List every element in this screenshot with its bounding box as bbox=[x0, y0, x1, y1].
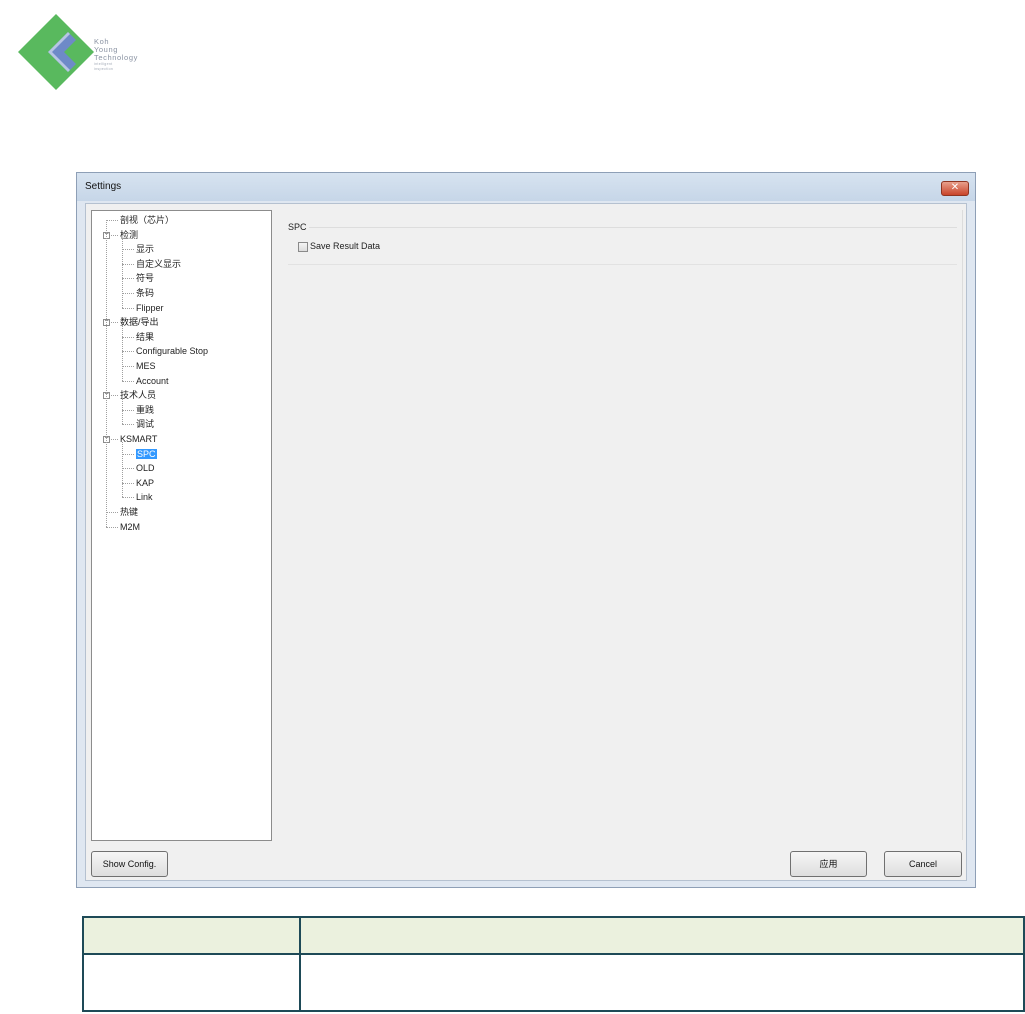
tree-connector bbox=[122, 482, 134, 484]
tree-item[interactable]: 调试 bbox=[136, 417, 154, 431]
tree-connector bbox=[122, 307, 134, 309]
tree-item-label: SPC bbox=[136, 448, 157, 459]
close-button[interactable]: ✕ bbox=[941, 181, 969, 196]
table-row bbox=[82, 953, 1025, 1012]
save-result-data-label[interactable]: Save Result Data bbox=[310, 241, 380, 251]
close-icon: ✕ bbox=[950, 182, 960, 193]
logo-wordmark: Koh Young Technology intelligent inspect… bbox=[94, 38, 138, 72]
group-divider bbox=[309, 227, 957, 228]
settings-tree[interactable]: 剖视（芯片） 检测 − 显示 自定义显示 符号 条码 Flipper 数据/导出 − 结果 Confi… bbox=[91, 210, 272, 841]
tree-connector bbox=[122, 453, 134, 455]
table-header-row bbox=[82, 916, 1025, 955]
tree-item-label: 重践 bbox=[136, 404, 155, 415]
tree-item-label: 结果 bbox=[136, 331, 155, 342]
tree-item[interactable]: KSMART bbox=[120, 432, 157, 446]
table-cell bbox=[299, 953, 1025, 1012]
company-logo: Koh Young Technology intelligent inspect… bbox=[18, 14, 188, 94]
tree-item-label: 热键 bbox=[120, 507, 139, 517]
tree-item[interactable]: 数据/导出 bbox=[120, 315, 159, 329]
tree-item[interactable]: OLD bbox=[136, 461, 155, 475]
tree-item[interactable]: 条码 bbox=[136, 286, 154, 300]
tree-connector bbox=[122, 336, 134, 338]
tree-item-label: KAP bbox=[136, 477, 155, 488]
tree-connector bbox=[122, 278, 134, 280]
settings-window: Settings ✕ 剖视（芯片） 检测 − 显示 自定义显示 符号 条码 Flipper 数据… bbox=[76, 172, 976, 888]
tree-root-line bbox=[106, 220, 107, 527]
panel-border bbox=[962, 210, 963, 840]
tree-item[interactable]: 符号 bbox=[136, 271, 154, 285]
tree-item-label: KSMART bbox=[120, 434, 158, 444]
koh-young-logo-icon bbox=[18, 14, 94, 90]
tree-item-label: 剖视（芯片） bbox=[120, 215, 175, 225]
tree-connector bbox=[122, 263, 134, 265]
settings-panel: SPC Save Result Data bbox=[277, 210, 963, 840]
tree-connector bbox=[106, 526, 118, 528]
table-header-cell bbox=[299, 916, 1025, 955]
tree-item-label: Configurable Stop bbox=[136, 346, 209, 357]
tree-connector bbox=[106, 220, 118, 221]
tree-connector bbox=[106, 512, 118, 513]
tree-item-label: Account bbox=[136, 375, 169, 386]
tree-branch-line bbox=[122, 237, 123, 308]
tree-item-label: Flipper bbox=[136, 302, 164, 313]
tree-connector bbox=[122, 249, 134, 251]
tree-item[interactable]: Account bbox=[136, 374, 169, 388]
tree-connector bbox=[122, 293, 134, 294]
tree-branch-line bbox=[122, 325, 123, 381]
tree-connector bbox=[122, 468, 134, 470]
tree-item-label: 显示 bbox=[136, 244, 155, 255]
tree-item[interactable]: M2M bbox=[120, 520, 140, 534]
tree-item-label: MES bbox=[136, 361, 156, 371]
tree-connector bbox=[122, 424, 134, 426]
tree-connector bbox=[122, 366, 134, 367]
tree-item[interactable]: Configurable Stop bbox=[136, 344, 208, 358]
logo-line-3: Technology bbox=[94, 53, 138, 62]
tree-item[interactable]: 技术人员 bbox=[120, 388, 156, 402]
tree-item-label: Link bbox=[136, 492, 153, 503]
table-header-cell bbox=[82, 916, 301, 955]
apply-button[interactable]: 应用 bbox=[790, 851, 867, 877]
description-table bbox=[82, 916, 1025, 1012]
tree-item[interactable]: Link bbox=[136, 490, 153, 504]
group-title: SPC bbox=[288, 222, 307, 232]
tree-item-label: 技术人员 bbox=[120, 390, 157, 401]
tree-connector bbox=[122, 409, 134, 411]
tree-item[interactable]: 剖视（芯片） bbox=[120, 213, 174, 227]
tree-item[interactable]: KAP bbox=[136, 476, 154, 490]
tree-item-label: 自定义显示 bbox=[136, 258, 182, 269]
cancel-button[interactable]: Cancel bbox=[884, 851, 962, 877]
tree-item[interactable]: SPC bbox=[136, 447, 157, 461]
tree-item[interactable]: MES bbox=[136, 359, 156, 373]
group-bottom-divider bbox=[288, 264, 957, 265]
window-title: Settings bbox=[85, 181, 122, 192]
tree-item-label: 数据/导出 bbox=[120, 317, 159, 328]
tree-connector bbox=[122, 380, 134, 382]
tree-item-label: 调试 bbox=[136, 419, 155, 430]
tree-item[interactable]: 自定义显示 bbox=[136, 257, 181, 271]
tree-item[interactable]: 显示 bbox=[136, 242, 154, 256]
tree-item-label: OLD bbox=[136, 463, 155, 474]
tree-connector bbox=[122, 497, 134, 499]
tree-item[interactable]: 重践 bbox=[136, 403, 154, 417]
tree-item[interactable]: 热键 bbox=[120, 505, 138, 519]
tree-branch-line bbox=[122, 442, 123, 498]
table-cell bbox=[82, 953, 301, 1012]
show-config-button[interactable]: Show Config. bbox=[91, 851, 168, 877]
logo-tagline-2: inspection bbox=[94, 67, 114, 71]
window-client-area: 剖视（芯片） 检测 − 显示 自定义显示 符号 条码 Flipper 数据/导出 − 结果 Confi… bbox=[85, 203, 967, 881]
tree-branch-line bbox=[122, 398, 123, 425]
tree-item-label: 符号 bbox=[136, 273, 155, 284]
tree-connector bbox=[122, 351, 134, 353]
tree-item-label: 条码 bbox=[136, 288, 155, 298]
tree-item-label: M2M bbox=[120, 521, 140, 532]
tree-item[interactable]: Flipper bbox=[136, 301, 164, 315]
save-result-data-checkbox[interactable] bbox=[298, 242, 308, 252]
tree-item[interactable]: 结果 bbox=[136, 330, 154, 344]
window-titlebar[interactable]: Settings ✕ bbox=[77, 173, 975, 201]
